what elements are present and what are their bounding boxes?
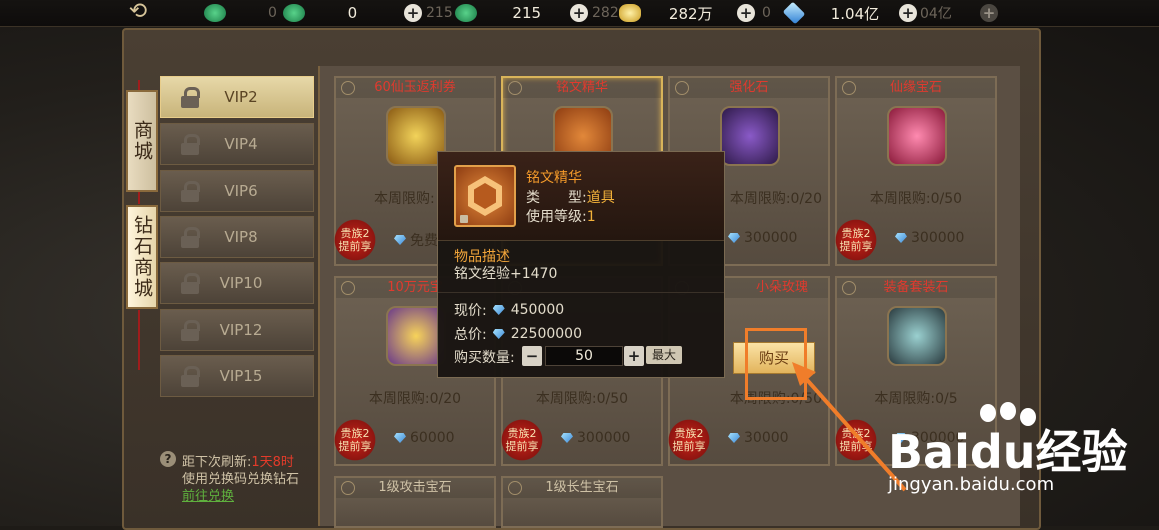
baidu-watermark: Baidu经验 jingyan.baidu.com [888,402,1148,520]
watermark-url: jingyan.baidu.com [888,474,1055,495]
watermark-brand: Baidu经验 [888,425,1128,479]
